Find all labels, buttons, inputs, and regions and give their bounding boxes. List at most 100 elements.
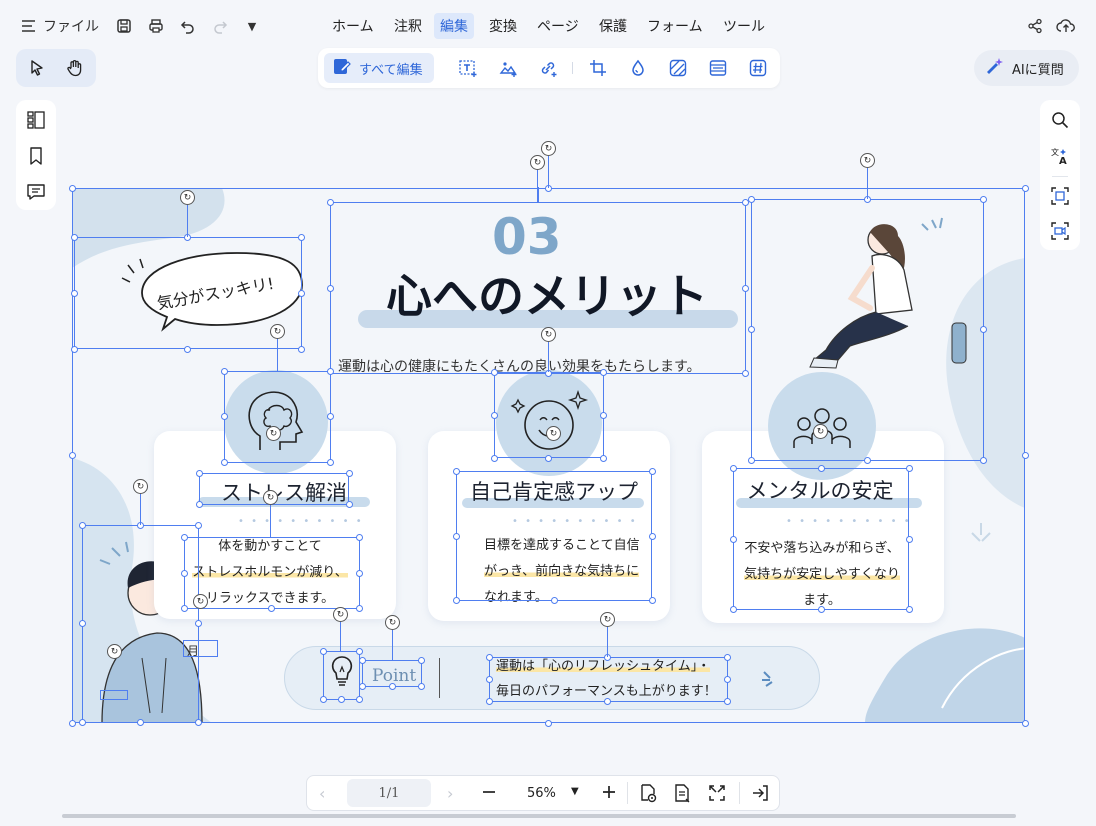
- top-menubar: ファイル ▼ ホーム 注釈 編集 変換 ページ 保護 フォーム ツール: [0, 0, 1096, 52]
- add-link-icon[interactable]: [538, 58, 558, 82]
- rotate-handle-icon[interactable]: ↻: [541, 141, 556, 156]
- toolbar-divider: [572, 62, 573, 74]
- rotate-handle-icon[interactable]: ↻: [530, 155, 545, 170]
- read-mode-icon[interactable]: [637, 782, 659, 808]
- translate-icon[interactable]: 文A: [1050, 146, 1070, 170]
- quick-access-dropdown-icon[interactable]: ▼: [242, 10, 262, 42]
- card3-line-1: 不安や落ち込みが和らぎ、: [744, 541, 900, 556]
- tab-annotate[interactable]: 注釈: [388, 13, 428, 39]
- edit-all-icon: [332, 56, 352, 80]
- collapse-panel-icon[interactable]: [749, 782, 771, 808]
- cloud-upload-icon[interactable]: [1054, 10, 1078, 42]
- select-cursor-icon[interactable]: [24, 56, 50, 80]
- girl-illustration: [809, 217, 967, 369]
- search-icon[interactable]: [1050, 110, 1070, 134]
- redo-icon[interactable]: [208, 10, 232, 42]
- svg-text:文: 文: [1051, 147, 1059, 157]
- screen-capture-icon[interactable]: [1050, 221, 1070, 245]
- point-text: 運動は「心のリフレッシュタイム」・ 毎日のパフォーマンスも上がります！: [496, 654, 717, 704]
- card2-title: 自己肯定感アップ: [470, 480, 638, 504]
- tab-convert[interactable]: 変換: [483, 13, 523, 39]
- zoom-level[interactable]: 56%: [527, 786, 556, 801]
- file-menu-label: ファイル: [43, 19, 99, 35]
- background-icon[interactable]: [668, 58, 688, 82]
- edit-toolbar: すべて編集: [318, 48, 780, 88]
- card1-dots: • • • • • • • • • •: [238, 516, 364, 527]
- point-line-1: 運動は「心のリフレッシュタイム」・: [496, 659, 711, 674]
- tab-tools[interactable]: ツール: [717, 13, 771, 39]
- people-group-icon: [793, 408, 851, 448]
- fit-screen-icon[interactable]: [706, 782, 728, 808]
- card1-body: 体を動かすことて ストレスホルモンが減り、 リラックスできます。: [180, 534, 360, 612]
- ask-ai-label: AIに質問: [1012, 62, 1064, 78]
- zoom-out-icon[interactable]: [479, 782, 499, 806]
- small-text-fragment: 月: [187, 644, 200, 658]
- point-label: Point: [372, 666, 417, 686]
- card2-line-2: がっき、前向きな気持ちに: [484, 564, 640, 579]
- save-icon[interactable]: [112, 10, 136, 42]
- watermark-icon[interactable]: [628, 58, 648, 82]
- document-page[interactable]: 03 心へのメリット 運動は心の健康にもたくさんの良い効果をもたらします。 気分…: [72, 188, 1025, 723]
- tab-edit[interactable]: 編集: [434, 13, 474, 39]
- comment-icon[interactable]: [26, 182, 46, 206]
- right-sidebar: 文A: [1040, 100, 1080, 250]
- zoom-dropdown-icon[interactable]: ▼: [571, 786, 579, 797]
- rotate-handle-icon[interactable]: ↻: [860, 153, 875, 168]
- card1-line-2: ストレスホルモンが減り、: [192, 565, 348, 580]
- card1-icon-circle: [224, 370, 328, 474]
- left-sidebar: [16, 100, 56, 210]
- bottom-navigation-bar: ‹ 1/1 › 56% ▼: [306, 775, 780, 811]
- bottombar-divider: [627, 782, 628, 804]
- sidebar-divider: [1052, 176, 1068, 177]
- add-text-icon[interactable]: [458, 58, 478, 82]
- page-display-icon[interactable]: [671, 782, 693, 808]
- bates-number-icon[interactable]: [748, 58, 768, 82]
- bookmark-icon[interactable]: [26, 146, 46, 170]
- page-indicator[interactable]: 1/1: [347, 779, 431, 807]
- point-divider: [439, 658, 440, 698]
- header-footer-icon[interactable]: [708, 58, 728, 82]
- card2-body: 目標を達成することて自信 がっき、前向きな気持ちに なれます。: [462, 533, 652, 611]
- point-line-2: 毎日のパフォーマンスも上がります！: [496, 684, 717, 699]
- card2-dots: • • • • • • • • • •: [512, 516, 638, 527]
- card3-icon-circle: [768, 372, 876, 480]
- file-menu[interactable]: ファイル: [18, 10, 102, 42]
- smile-face-icon: [510, 389, 589, 450]
- hamburger-icon: [21, 19, 37, 33]
- brain-head-icon: [248, 391, 304, 450]
- section-number: 03: [492, 208, 562, 266]
- undo-icon[interactable]: [176, 10, 200, 42]
- svg-text:A: A: [1059, 156, 1067, 166]
- card1-line-1: 体を動かすことて: [218, 539, 322, 554]
- bottombar-divider: [739, 782, 740, 804]
- card3-line-2: 気持ちが安定しやすくなり: [744, 567, 900, 582]
- ask-ai-button[interactable]: AIに質問: [974, 50, 1079, 86]
- zoom-in-icon[interactable]: [599, 782, 619, 806]
- card1-title: ストレス解消: [221, 481, 347, 505]
- horizontal-scrollbar[interactable]: [62, 814, 1016, 818]
- tab-home[interactable]: ホーム: [326, 13, 380, 39]
- card2-line-1: 目標を達成することて自信: [484, 538, 640, 553]
- rotate-stem: [548, 156, 549, 188]
- card3-title: メンタルの安定: [746, 479, 894, 503]
- add-image-icon[interactable]: [498, 58, 518, 82]
- tab-form[interactable]: フォーム: [641, 13, 709, 39]
- card3-dots: • • • • • • • • • •: [786, 516, 912, 527]
- tab-page[interactable]: ページ: [531, 13, 585, 39]
- next-page-icon[interactable]: ›: [447, 784, 453, 803]
- thumbnails-icon[interactable]: [26, 110, 46, 134]
- share-icon[interactable]: [1024, 10, 1046, 42]
- crop-icon[interactable]: [588, 58, 608, 82]
- card1-line-3: リラックスできます。: [205, 591, 335, 606]
- hand-tool-icon[interactable]: [62, 56, 88, 80]
- card2-line-3: なれます。: [484, 590, 548, 605]
- card3-body: 不安や落ち込みが和らぎ、 気持ちが安定しやすくなり ます。: [732, 536, 912, 614]
- ocr-scan-icon[interactable]: [1050, 186, 1070, 210]
- print-icon[interactable]: [144, 10, 168, 42]
- prev-page-icon[interactable]: ‹: [319, 784, 325, 803]
- card2-icon-circle: [496, 370, 602, 476]
- page-title: 心へのメリット: [386, 269, 708, 323]
- edit-all-button[interactable]: すべて編集: [324, 53, 434, 83]
- tab-protect[interactable]: 保護: [593, 13, 633, 39]
- lightbulb-icon: [328, 652, 356, 696]
